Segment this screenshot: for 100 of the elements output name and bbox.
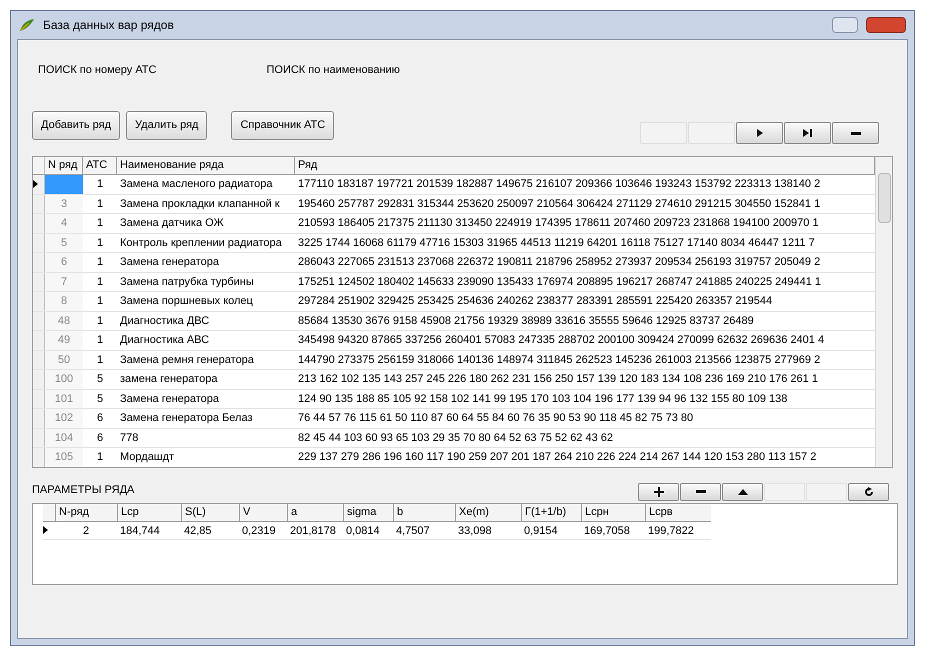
- grid-tool-button[interactable]: [680, 482, 721, 500]
- table-cell: [45, 175, 83, 194]
- maximize-button[interactable]: [832, 17, 858, 33]
- table-row[interactable]: 48 1 Диагностика ДВС 85684 13530 3676 9158 45908 21756 19329 38989 33616 35555 59646 12925 83737 26489: [33, 312, 875, 331]
- table-cell-text: замена генератора: [119, 372, 218, 387]
- table-cell: 100: [45, 370, 83, 388]
- table-cell-text: 4,7507: [395, 524, 431, 538]
- scrollbar-thumb[interactable]: [878, 173, 890, 223]
- table-cell-text: 1: [96, 177, 104, 192]
- table-cell-text: Замена прокладки клапанной к: [119, 196, 281, 212]
- table-cell: 49: [45, 331, 83, 350]
- table-cell: 102: [45, 409, 83, 428]
- navigator-button[interactable]: [784, 122, 831, 144]
- table-cell-text: 2: [82, 524, 90, 538]
- toolbar-button[interactable]: Добавить ряд: [32, 111, 120, 140]
- navigator-button[interactable]: [736, 122, 783, 144]
- column-header[interactable]: Xe(m): [455, 504, 521, 520]
- table-cell: 6: [45, 253, 83, 272]
- table-row[interactable]: 3 1 Замена прокладки клапанной к 195460 257787 292831 315344 253620 250097 210564 306424 271129 274610 291215 304550 152841 1: [33, 194, 875, 214]
- table-cell-text: Контроль креплении радиатора: [119, 236, 283, 250]
- column-header[interactable]: a: [287, 504, 343, 520]
- column-header[interactable]: N-ряд: [55, 504, 117, 520]
- table-row[interactable]: 50 1 Замена ремня генератора 144790 273375 256159 318066 140136 148974 311845 262523 145236 261003 213566 123875 277969 2: [33, 350, 875, 370]
- table-cell-text: 210593 186405 217375 211130 313450 224919 174395 178611 207460 209723 231868 194100 200970 1: [297, 216, 820, 231]
- table-cell-text: 169,7058: [583, 524, 631, 538]
- table-cell-text: 1: [96, 196, 104, 212]
- table-cell-text: 6: [96, 411, 104, 426]
- column-header[interactable]: V: [239, 504, 287, 520]
- table-cell-text: 778: [119, 430, 140, 446]
- leaf-icon: [19, 18, 35, 32]
- table-cell-text: Мордашдт: [119, 450, 176, 465]
- table-cell-text: 286043 227065 231513 237068 226372 190811 218796 258952 273937 209534 256193 319757 205049 2: [297, 255, 822, 270]
- column-header[interactable]: Lcp: [117, 504, 181, 520]
- table-cell-text: 1: [96, 274, 104, 290]
- table-row[interactable]: 104 6 778 82 45 44 103 60 93 65 103 29 35 70 80 64 52 63 75 52 62 43 62: [33, 428, 875, 448]
- close-button[interactable]: [866, 17, 906, 33]
- grid-tool-button[interactable]: [638, 482, 679, 500]
- toolbar-button[interactable]: Справочник АТС: [231, 111, 334, 140]
- navigator-button[interactable]: [832, 122, 879, 144]
- table-cell-text: 124 90 135 188 85 105 92 158 102 141 99 195 170 103 104 196 177 139 94 96 132 155 80 109 138: [297, 392, 788, 406]
- table-row[interactable]: 7 1 Замена патрубка турбины 175251 124502 180402 145633 239090 135433 176974 208895 196217 268747 241885 240225 249441 1: [33, 272, 875, 292]
- table-row[interactable]: 102 6 Замена генератора Белаз 76 44 57 76 115 61 50 110 87 60 64 55 84 60 76 35 90 53 90 118 45 82 75 73 80: [33, 409, 875, 428]
- table-cell-text: 85684 13530 3676 9158 45908 21756 19329 38989 33616 35555 59646 12925 83737 26489: [297, 314, 755, 328]
- table-cell-text: Замена масленого радиатора: [119, 177, 274, 192]
- table-cell-text: 0,9154: [523, 524, 559, 538]
- grid-tool-button[interactable]: [848, 482, 889, 500]
- table-cell-text: Диагностика АВС: [119, 333, 210, 348]
- minus-icon: [696, 490, 706, 493]
- table-cell-text: Замена датчика ОЖ: [119, 216, 225, 231]
- column-header[interactable]: Lcpн: [581, 504, 645, 520]
- table-cell: 3: [45, 194, 83, 213]
- table-cell-text: 1: [96, 314, 104, 328]
- table-cell-text: 175251 124502 180402 145633 239090 135433 176974 208895 196217 268747 241885 240225 249441 1: [297, 274, 822, 290]
- table-cell-text: 0,0814: [345, 524, 381, 538]
- table-row[interactable]: 100 5 замена генератора 213 162 102 135 143 257 245 226 180 262 231 156 250 157 139 120 183 134 108 236 169 210 176 261 1: [33, 370, 875, 390]
- table-row[interactable]: 101 5 Замена генератора 124 90 135 188 85 105 92 158 102 141 99 195 170 103 104 196 177 139 94 96 132 155 80 109 138: [33, 390, 875, 409]
- vertical-scrollbar[interactable]: [875, 157, 892, 467]
- column-header[interactable]: b: [393, 504, 455, 520]
- table-row[interactable]: 1 Замена масленого радиатора 177110 183187 197721 201539 182887 149675 216107 209366 103646 193243 153792 223313 138140 2: [33, 175, 875, 194]
- table-row[interactable]: 2 184,744 42,85 0,2319 201,8178 0,0814 4,7507 33,098 0,9154 169,7058 199,7822: [43, 522, 711, 540]
- column-header[interactable]: sigma: [343, 504, 393, 520]
- table-cell-text: 3225 1744 16068 61179 47716 15303 31965 44513 11219 64201 16118 75127 17140 8034 46447 1211 7: [297, 236, 816, 250]
- table-cell-text: 297284 251902 329425 253425 254636 240262 238377 283391 285591 225420 263357 219544: [297, 294, 774, 309]
- column-header[interactable]: Lcpв: [645, 504, 711, 520]
- refresh-icon: [864, 486, 874, 496]
- table-cell: 4: [45, 214, 83, 232]
- play-icon: [756, 129, 762, 137]
- search-label: ПОИСК по номеру АТС: [38, 63, 156, 78]
- column-header[interactable]: АТС: [83, 157, 117, 174]
- table-cell-text: Диагностика ДВС: [119, 314, 210, 328]
- column-header[interactable]: Наименование ряда: [117, 157, 295, 174]
- table-cell: 7: [45, 272, 83, 291]
- table-cell-text: Замена ремня генератора: [119, 352, 255, 368]
- table-row[interactable]: 105 1 Мордашдт 229 137 279 286 196 160 117 190 259 207 201 187 264 210 226 224 214 267 144 120 153 280 113 157 2: [33, 448, 875, 467]
- table-cell-text: 195460 257787 292831 315344 253620 250097 210564 306424 271129 274610 291215 304550 152841 1: [297, 196, 822, 212]
- toolbar-button[interactable]: Удалить ряд: [126, 111, 208, 140]
- table-row[interactable]: 5 1 Контроль креплении радиатора 3225 1744 16068 61179 47716 15303 31965 44513 11219 64201 16118 75127 17140 8034 46447 1211 7: [33, 234, 875, 253]
- table-cell: 5: [45, 234, 83, 252]
- table-cell-text: 1: [96, 450, 104, 465]
- table-row[interactable]: 49 1 Диагностика АВС 345498 94320 87865 337256 260401 57083 247335 288702 200100 309424 270099 62632 269636 2401 4: [33, 331, 875, 350]
- column-header[interactable]: S(L): [181, 504, 239, 520]
- table-cell-text: 345498 94320 87865 337256 260401 57083 247335 288702 200100 309424 270099 62632 269636 2401 4: [297, 333, 826, 348]
- row-header[interactable]: [33, 175, 45, 194]
- table-cell: 50: [45, 350, 83, 369]
- table-cell-text: 199,7822: [647, 524, 695, 538]
- column-header[interactable]: Г(1+1/b): [521, 504, 581, 520]
- grid-tool-button[interactable]: [722, 482, 763, 500]
- table-cell-text: Замена поршневых колец: [119, 294, 254, 309]
- table-cell: 8: [45, 292, 83, 310]
- table-row[interactable]: 8 1 Замена поршневых колец 297284 251902 329425 253425 254636 240262 238377 283391 285591 225420 263357 219544: [33, 292, 875, 312]
- minus-icon: [850, 132, 860, 134]
- table-cell-text: 144790 273375 256159 318066 140136 148974 311845 262523 145236 261003 213566 123875 277969 2: [297, 352, 822, 368]
- table-cell: 104: [45, 428, 83, 447]
- table-cell-text: 1: [96, 255, 104, 270]
- table-cell-text: Замена патрубка турбины: [119, 274, 255, 290]
- table-cell: 101: [45, 390, 83, 408]
- column-header[interactable]: N ряд: [45, 157, 83, 174]
- table-row[interactable]: 6 1 Замена генератора 286043 227065 231513 237068 226372 190811 218796 258952 273937 209534 256193 319757 205049 2: [33, 253, 875, 272]
- table-cell-text: 0,2319: [241, 524, 277, 538]
- table-row[interactable]: 4 1 Замена датчика ОЖ 210593 186405 217375 211130 313450 224919 174395 178611 207460 209723 231868 194100 200970 1: [33, 214, 875, 234]
